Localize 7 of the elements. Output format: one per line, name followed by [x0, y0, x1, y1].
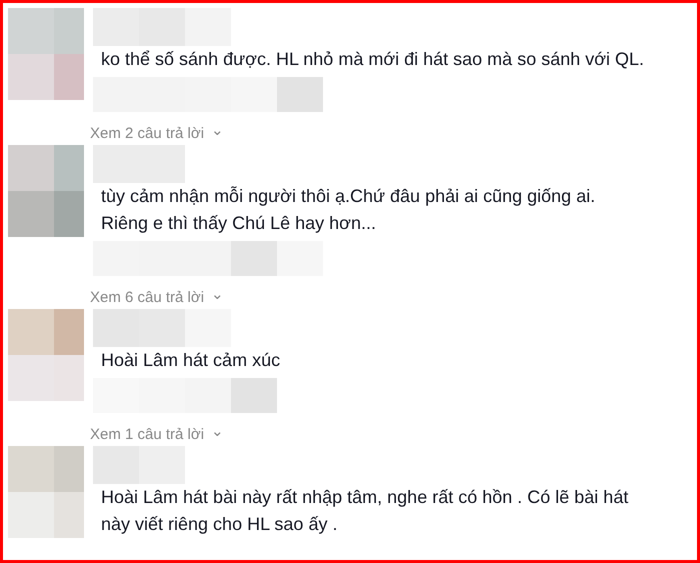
comment-text: Hoài Lâm hát cảm xúc [100, 349, 280, 372]
view-replies-link[interactable]: Xem 1 câu trả lời ⌄ [90, 425, 224, 443]
comment-text: tùy cảm nhận mỗi người thôi ạ.Chứ đâu phải ai cũng giống ai. Riêng e thì thấy Chú Lê hay hơn... [100, 185, 596, 235]
comment-text: ko thể số sánh được. HL nhỏ mà mới đi hát sao mà so sánh với QL. [100, 48, 644, 71]
view-replies-link[interactable]: Xem 6 câu trả lời ⌄ [90, 288, 224, 306]
view-replies-link[interactable]: Xem 2 câu trả lời ⌄ [90, 124, 224, 142]
comment-text: Hoài Lâm hát bài này rất nhập tâm, nghe rất có hồn . Có lẽ bài hát này viết riêng cho HL sao ấy . [100, 486, 628, 536]
